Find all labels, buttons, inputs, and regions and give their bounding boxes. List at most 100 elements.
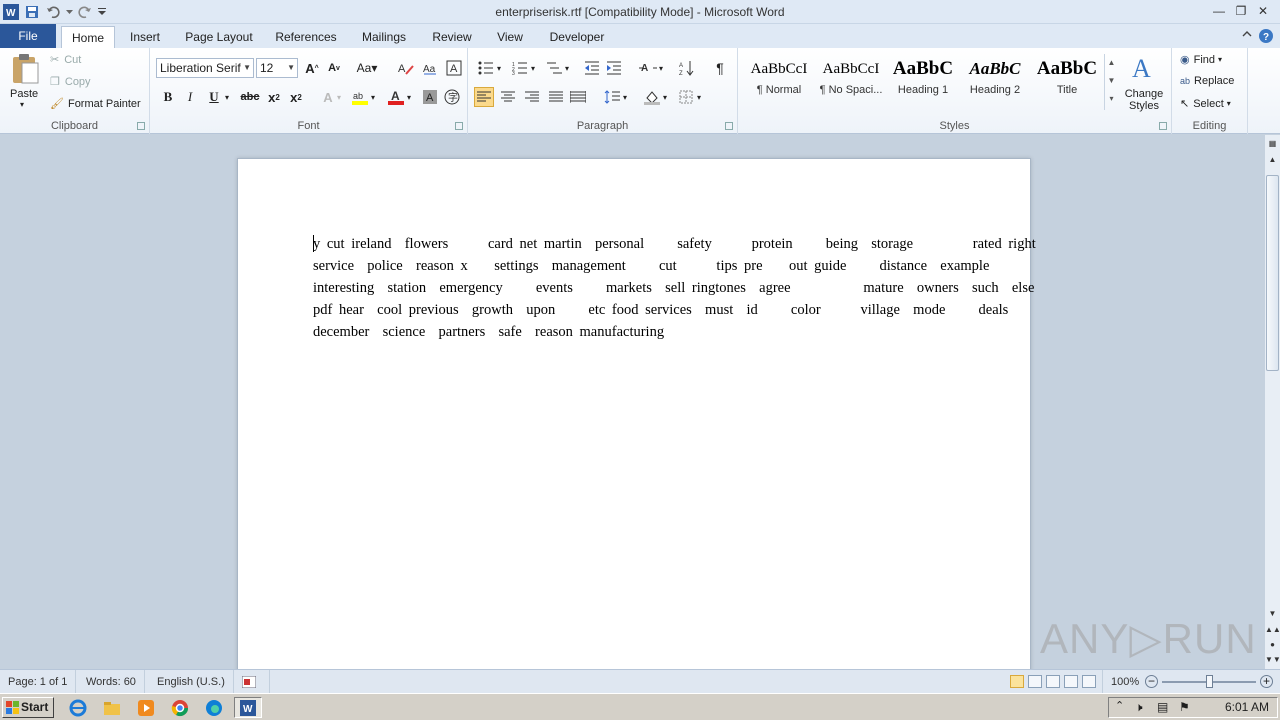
style-heading-2[interactable]: AaBbC Heading 2	[960, 54, 1030, 106]
previous-page-icon[interactable]: ▲▲	[1265, 623, 1280, 637]
shading-icon[interactable]	[642, 87, 662, 107]
style-heading-1[interactable]: AaBbC Heading 1	[888, 54, 958, 106]
style-title[interactable]: AaBbC Title	[1032, 54, 1102, 106]
zoom-level[interactable]: 100%	[1102, 670, 1147, 694]
maximize-icon[interactable]: ❐	[1230, 2, 1252, 20]
change-styles-button[interactable]: Change Styles	[1124, 88, 1164, 112]
show-formatting-icon[interactable]: ¶	[710, 58, 730, 78]
vertical-scrollbar[interactable]: ▦ ▲ ▼ ▲▲ ● ▼▼	[1264, 135, 1280, 669]
align-right-icon[interactable]	[522, 87, 542, 107]
shrink-font-icon[interactable]: Av	[324, 58, 344, 78]
file-explorer-icon[interactable]	[98, 697, 126, 718]
scrollbar-thumb[interactable]	[1266, 175, 1279, 371]
strikethrough-icon[interactable]: abc	[238, 87, 262, 107]
print-layout-view-icon[interactable]	[1010, 675, 1024, 688]
word-count-status[interactable]: Words: 60	[78, 670, 145, 694]
language-status[interactable]: English (U.S.)	[149, 670, 234, 694]
asian-layout-dropdown-icon[interactable]: ▾	[656, 58, 666, 78]
tab-references[interactable]: References	[270, 26, 342, 48]
borders-dropdown-icon[interactable]: ▾	[694, 87, 704, 107]
tab-view[interactable]: View	[490, 26, 530, 48]
draft-view-icon[interactable]	[1082, 675, 1096, 688]
superscript-icon[interactable]: x2	[286, 87, 306, 107]
select-button[interactable]: ↖ Select ▾	[1180, 97, 1231, 111]
line-spacing-icon[interactable]	[602, 87, 622, 107]
tab-page-layout[interactable]: Page Layout	[180, 26, 258, 48]
cut-button[interactable]: ✂ Cut	[50, 53, 81, 67]
ruler-toggle-icon[interactable]: ▦	[1265, 137, 1280, 151]
web-layout-icon[interactable]	[1046, 675, 1060, 688]
copy-button[interactable]: ❐ Copy	[50, 75, 91, 89]
asian-layout-icon[interactable]: A	[638, 58, 658, 78]
style-no-spacing[interactable]: AaBbCcI ¶ No Spaci...	[816, 54, 886, 106]
outline-view-icon[interactable]	[1064, 675, 1078, 688]
format-painter-button[interactable]: 🖌 Format Painter	[50, 97, 141, 111]
line-spacing-dropdown-icon[interactable]: ▾	[620, 87, 630, 107]
styles-launcher-icon[interactable]	[1159, 122, 1167, 130]
zoom-slider-thumb[interactable]	[1206, 675, 1213, 688]
full-screen-reading-icon[interactable]	[1028, 675, 1042, 688]
font-name-dropdown[interactable]: Liberation Serif ▼	[156, 58, 254, 78]
font-launcher-icon[interactable]	[455, 122, 463, 130]
scroll-up-icon[interactable]: ▲	[1265, 153, 1280, 167]
paragraph-launcher-icon[interactable]	[725, 122, 733, 130]
bold-icon[interactable]: B	[158, 87, 178, 107]
align-center-icon[interactable]	[498, 87, 518, 107]
minimize-icon[interactable]: —	[1208, 2, 1230, 20]
change-case-icon[interactable]: Aa▾	[354, 58, 380, 78]
paste-dropdown-icon[interactable]: ▾	[20, 100, 24, 109]
subscript-icon[interactable]: x2	[264, 87, 284, 107]
italic-icon[interactable]: I	[180, 87, 200, 107]
action-center-flag-icon[interactable]: ⚑	[1179, 700, 1190, 714]
replace-button[interactable]: ab Replace	[1180, 75, 1234, 87]
underline-dropdown-icon[interactable]: ▾	[222, 87, 232, 107]
decrease-indent-icon[interactable]	[582, 58, 602, 78]
font-color-icon[interactable]: A	[386, 87, 406, 107]
clear-formatting-icon[interactable]: A	[396, 58, 416, 78]
underline-icon[interactable]: U	[204, 87, 224, 107]
tab-insert[interactable]: Insert	[122, 26, 168, 48]
tab-home[interactable]: Home	[61, 26, 115, 48]
font-size-dropdown[interactable]: 12 ▼	[256, 58, 298, 78]
zoom-out-icon[interactable]: −	[1145, 675, 1158, 688]
word-taskbar-icon[interactable]: W	[234, 697, 262, 718]
style-normal[interactable]: AaBbCcI ¶ Normal	[744, 54, 814, 106]
styles-scroll[interactable]: ▲ ▼ ▾	[1104, 54, 1118, 110]
zoom-in-icon[interactable]: +	[1260, 675, 1273, 688]
find-button[interactable]: ◉ Find ▾	[1180, 53, 1222, 67]
chrome-icon[interactable]	[166, 697, 194, 718]
justify-icon[interactable]	[546, 87, 566, 107]
increase-indent-icon[interactable]	[604, 58, 624, 78]
multilevel-dropdown-icon[interactable]: ▾	[562, 58, 572, 78]
distributed-icon[interactable]	[568, 87, 588, 107]
character-shading-icon[interactable]: A	[420, 87, 440, 107]
close-icon[interactable]: ✕	[1252, 2, 1274, 20]
paste-icon[interactable]	[8, 52, 42, 86]
media-player-icon[interactable]	[132, 697, 160, 718]
enclose-characters-icon[interactable]: 字	[442, 87, 462, 107]
tab-file[interactable]: File	[0, 24, 56, 48]
browse-object-icon[interactable]: ●	[1265, 638, 1280, 652]
align-left-icon[interactable]	[474, 87, 494, 107]
character-border-icon[interactable]: A	[444, 58, 464, 78]
tab-mailings[interactable]: Mailings	[354, 26, 414, 48]
document-body[interactable]: y cut ireland flowers card net martin pe…	[313, 233, 1036, 343]
internet-explorer-icon[interactable]	[64, 697, 92, 718]
start-button[interactable]: Start	[2, 697, 54, 718]
tab-review[interactable]: Review	[426, 26, 478, 48]
show-hidden-icons-icon[interactable]: ⌃	[1115, 699, 1124, 712]
grow-font-icon[interactable]: A ^	[302, 58, 322, 78]
text-effects-dropdown-icon[interactable]: ▾	[334, 87, 344, 107]
page-count-status[interactable]: Page: 1 of 1	[0, 670, 77, 694]
paste-button[interactable]: Paste	[10, 88, 38, 100]
borders-icon[interactable]	[676, 87, 696, 107]
numbering-dropdown-icon[interactable]: ▾	[528, 58, 538, 78]
font-color-dropdown-icon[interactable]: ▾	[404, 87, 414, 107]
help-icon[interactable]: ?	[1258, 28, 1274, 47]
document-page[interactable]: y cut ireland flowers card net martin pe…	[237, 158, 1036, 669]
numbering-icon[interactable]: 123	[510, 58, 530, 78]
macro-record-icon[interactable]	[234, 670, 270, 694]
minimize-ribbon-icon[interactable]	[1242, 28, 1252, 47]
volume-icon[interactable]: 🕨	[1135, 700, 1143, 715]
highlight-icon[interactable]: ab	[350, 87, 370, 107]
